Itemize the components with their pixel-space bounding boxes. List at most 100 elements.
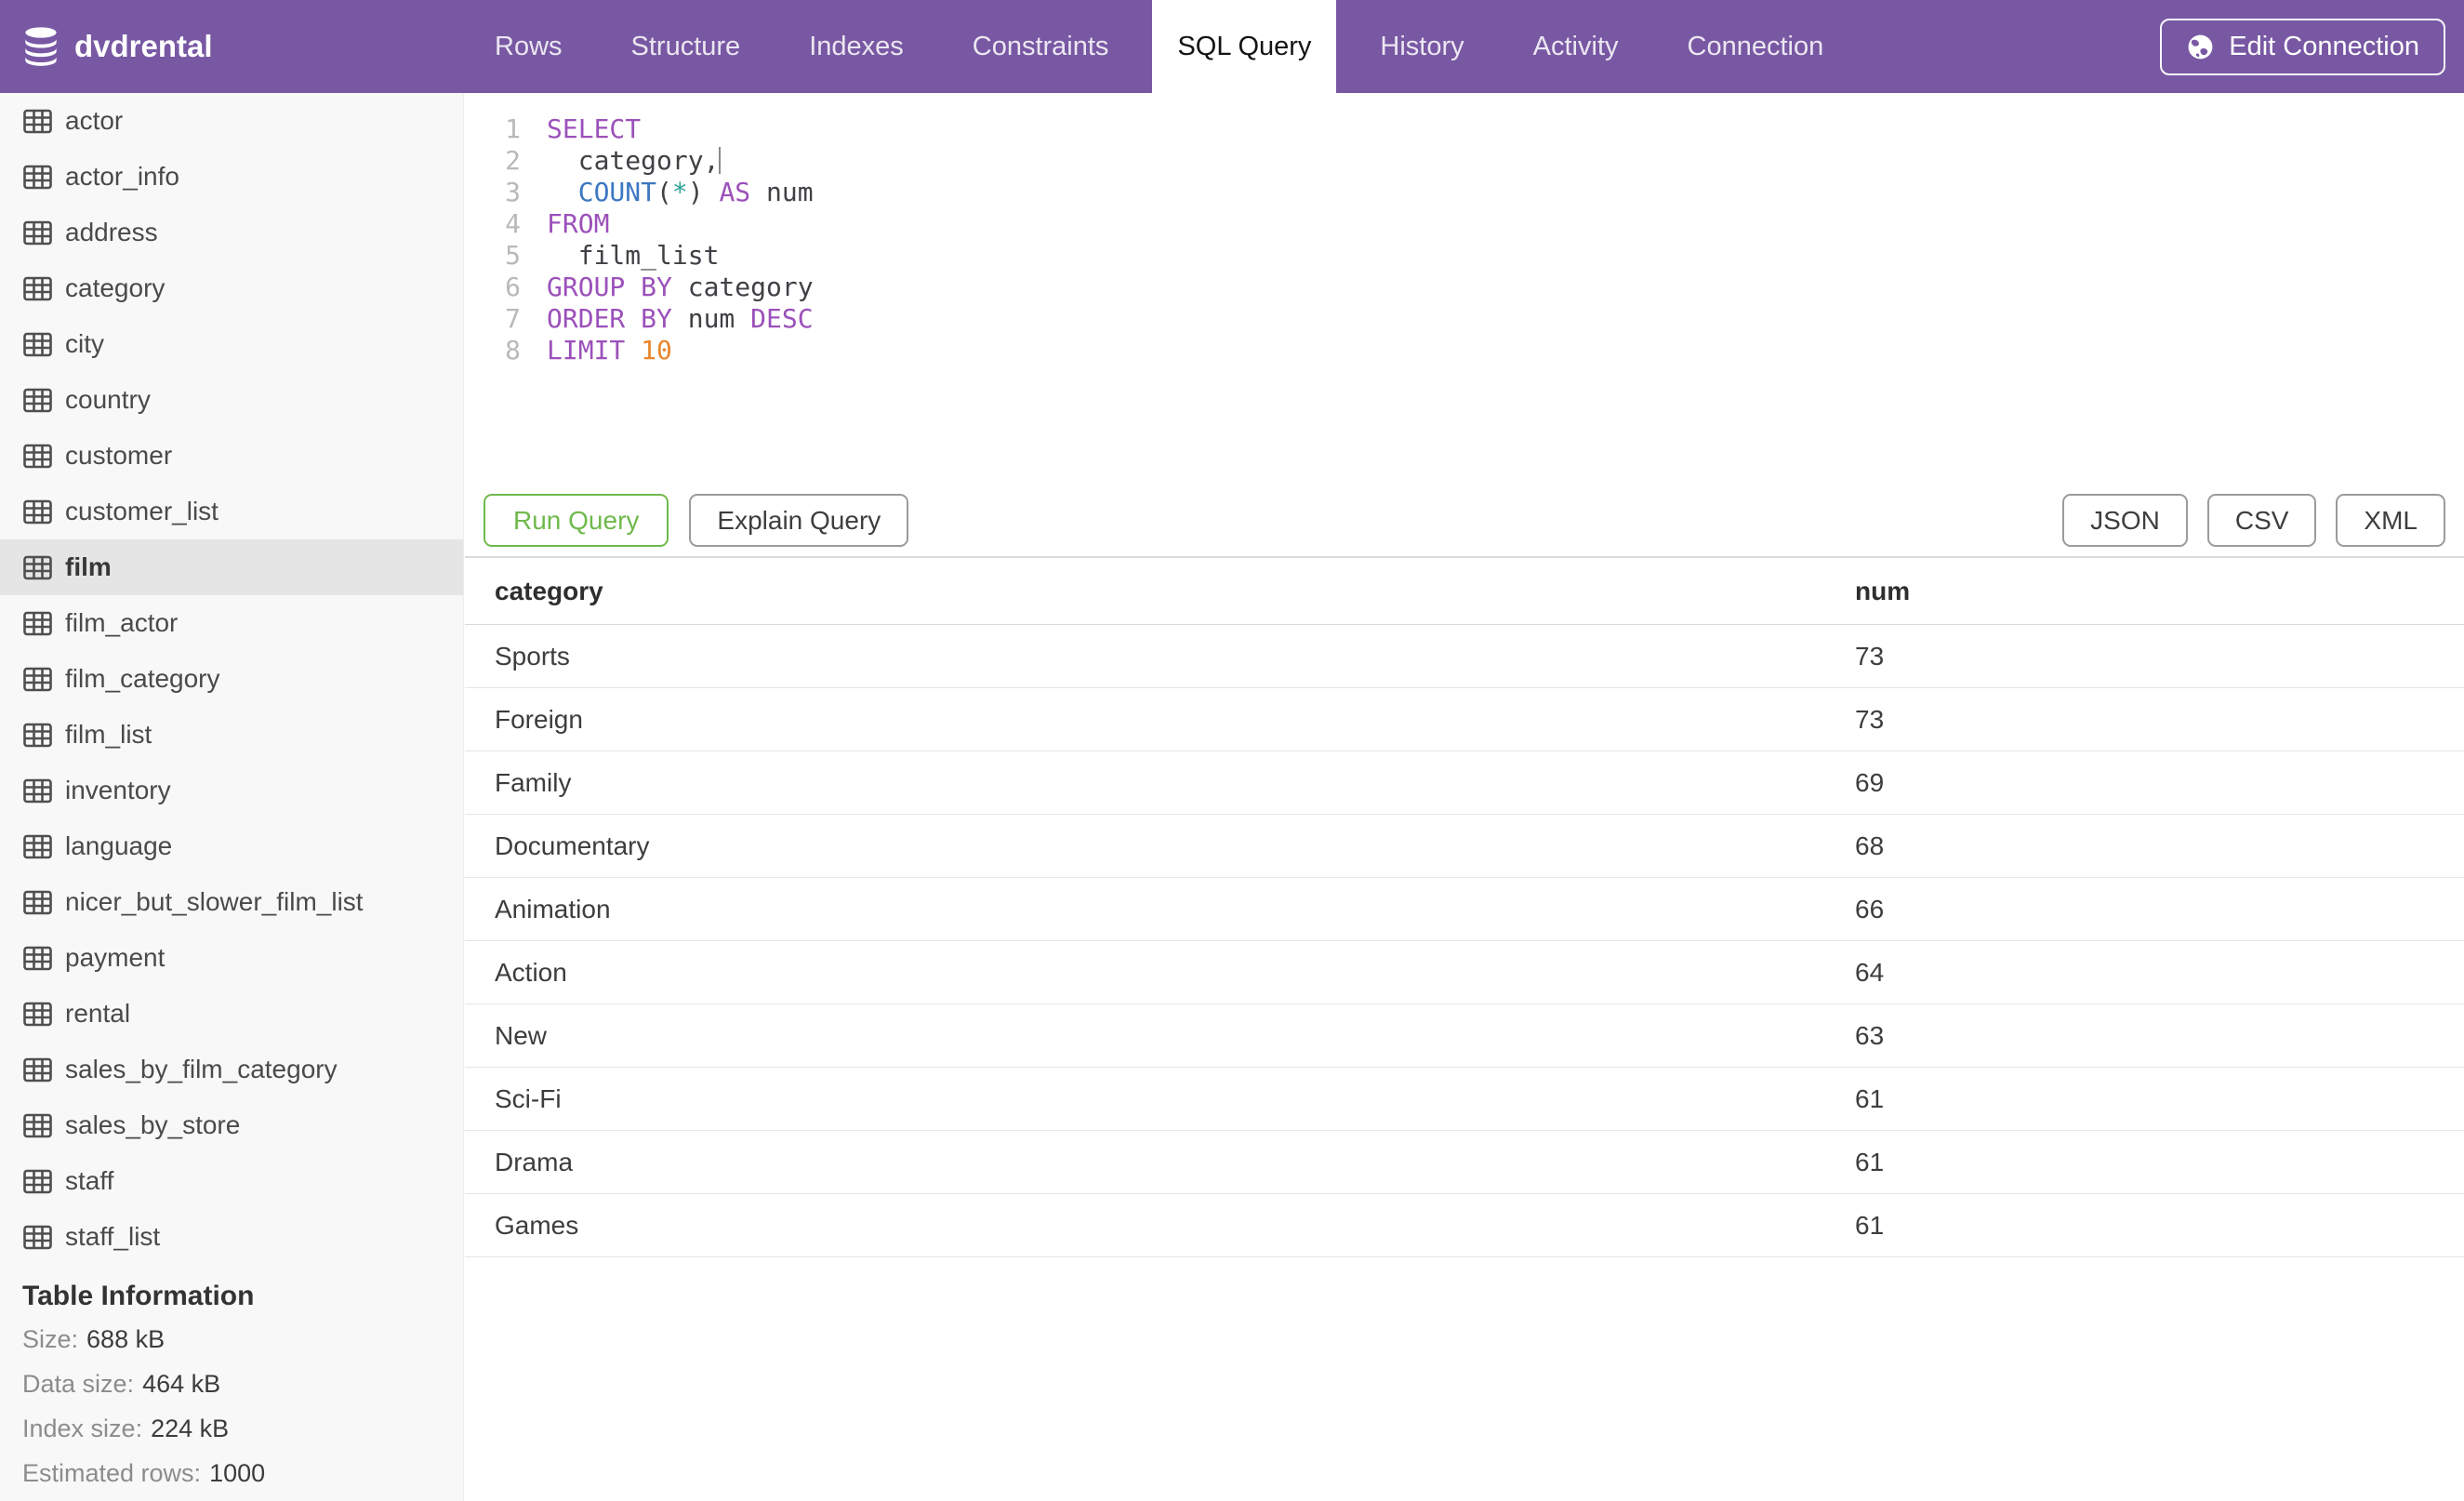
sidebar-item-film-list[interactable]: film_list	[0, 707, 463, 763]
line-number: 6	[505, 272, 521, 302]
sidebar-item-payment[interactable]: payment	[0, 930, 463, 986]
cell-num: 63	[1855, 1020, 1885, 1050]
column-header-category: category	[495, 576, 603, 605]
table-info-stat: Data size: 464 kB	[0, 1362, 463, 1406]
line-number: 7	[505, 303, 521, 334]
result-row: Sports 73	[465, 625, 2464, 688]
result-row: Foreign 73	[465, 688, 2464, 751]
table-icon	[23, 332, 52, 356]
table-name: film_actor	[65, 608, 179, 637]
tab-label: Activity	[1532, 31, 1619, 61]
tab-constraints[interactable]: Constraints	[947, 0, 1134, 93]
explain-query-button[interactable]: Explain Query	[689, 494, 909, 547]
text-caret	[719, 147, 722, 174]
table-info-stat: Index size: 224 kB	[0, 1406, 463, 1451]
table-info-stat: Estimated rows: 1000	[0, 1451, 463, 1495]
tab-structure[interactable]: Structure	[606, 0, 766, 93]
cell-category: Animation	[495, 894, 611, 923]
line-number: 1	[505, 113, 521, 144]
sidebar-item-language[interactable]: language	[0, 818, 463, 874]
database-name: dvdrental	[74, 29, 213, 63]
sql-editor[interactable]: 1 SELECT 2 category, 3 COUNT(*) AS num 4…	[465, 93, 2464, 366]
sidebar-item-city[interactable]: city	[0, 316, 463, 372]
sidebar-item-customer[interactable]: customer	[0, 428, 463, 484]
cell-category: Games	[495, 1210, 579, 1240]
export-json-button[interactable]: JSON	[2062, 494, 2188, 547]
code-text: ORDER BY num DESC	[547, 303, 814, 334]
edit-connection-button[interactable]: Edit Connection	[2160, 19, 2445, 75]
table-name: film_category	[65, 664, 220, 693]
stat-value: 688 kB	[86, 1324, 166, 1353]
cell-category: Family	[495, 767, 572, 797]
header-tabs: Rows Structure Indexes Constraints SQL Q…	[470, 0, 1848, 93]
sidebar-item-staff-list[interactable]: staff_list	[0, 1209, 463, 1265]
main-content: 1 SELECT 2 category, 3 COUNT(*) AS num 4…	[465, 93, 2464, 1501]
tab-label: Indexes	[809, 31, 904, 61]
line-number: 3	[505, 177, 521, 207]
table-name: actor	[65, 106, 124, 135]
database-icon	[22, 26, 60, 67]
sidebar-item-rental[interactable]: rental	[0, 986, 463, 1042]
cell-num: 64	[1855, 957, 1885, 987]
run-query-button[interactable]: Run Query	[484, 494, 669, 547]
table-icon	[23, 276, 52, 300]
sidebar-item-actor-info[interactable]: actor_info	[0, 149, 463, 205]
export-csv-button[interactable]: CSV	[2206, 494, 2317, 547]
query-toolbar: Run Query Explain Query JSON CSV XML	[465, 494, 2464, 547]
table-information-section: Table Information Size: 688 kB Data size…	[0, 1276, 463, 1495]
table-name: rental	[65, 999, 131, 1028]
sidebar-item-nicer-but-slower-film-list[interactable]: nicer_but_slower_film_list	[0, 874, 463, 930]
sidebar-item-country[interactable]: country	[0, 372, 463, 428]
tab-sql-query[interactable]: SQL Query	[1152, 0, 1337, 93]
tables-sidebar: actor actor_info address category city c…	[0, 93, 464, 1501]
table-information-stats: Size: 688 kB Data size: 464 kB Index siz…	[0, 1317, 463, 1495]
cell-category: Documentary	[495, 830, 650, 860]
table-name: inventory	[65, 776, 171, 804]
export-xml-button[interactable]: XML	[2336, 494, 2445, 547]
code-line: 3 COUNT(*) AS num	[465, 177, 2464, 208]
sidebar-item-customer-list[interactable]: customer_list	[0, 484, 463, 539]
cell-num: 73	[1855, 641, 1885, 671]
tab-label: Constraints	[972, 31, 1109, 61]
table-icon	[23, 1002, 52, 1026]
table-name: film	[65, 552, 112, 581]
code-text: category,	[547, 145, 722, 176]
table-name: sales_by_film_category	[65, 1055, 338, 1083]
sidebar-item-staff[interactable]: staff	[0, 1153, 463, 1209]
code-text: film_list	[547, 240, 720, 271]
table-name: city	[65, 329, 104, 358]
sidebar-item-film-category[interactable]: film_category	[0, 651, 463, 707]
tab-rows[interactable]: Rows	[470, 0, 588, 93]
code-text: GROUP BY category	[547, 272, 814, 302]
edit-connection-label: Edit Connection	[2229, 32, 2419, 61]
table-information-heading: Table Information	[22, 1281, 255, 1311]
table-icon	[23, 388, 52, 412]
result-row: Documentary 68	[465, 815, 2464, 878]
sidebar-item-inventory[interactable]: inventory	[0, 763, 463, 818]
sidebar-item-actor[interactable]: actor	[0, 93, 463, 149]
table-name: payment	[65, 943, 166, 972]
tab-label: Structure	[630, 31, 741, 61]
line-number: 8	[505, 335, 521, 365]
tab-history[interactable]: History	[1355, 0, 1489, 93]
sidebar-item-sales-by-film-category[interactable]: sales_by_film_category	[0, 1042, 463, 1097]
sidebar-item-sales-by-store[interactable]: sales_by_store	[0, 1097, 463, 1153]
stat-label: Data size:	[22, 1369, 135, 1398]
code-line: 1 SELECT	[465, 113, 2464, 145]
sidebar-item-category[interactable]: category	[0, 260, 463, 316]
tab-indexes[interactable]: Indexes	[784, 0, 929, 93]
tab-connection[interactable]: Connection	[1663, 0, 1849, 93]
results-table: category num Sports 73 Foreign 73 Family…	[465, 558, 2464, 1257]
sidebar-item-address[interactable]: address	[0, 205, 463, 260]
sidebar-item-film[interactable]: film	[0, 539, 463, 595]
sidebar-item-film-actor[interactable]: film_actor	[0, 595, 463, 651]
results-header-row: category num	[465, 558, 2464, 625]
column-header-num: num	[1855, 576, 1911, 605]
tab-activity[interactable]: Activity	[1508, 0, 1644, 93]
table-icon	[23, 723, 52, 747]
stat-value: 464 kB	[142, 1369, 221, 1398]
cell-category: Action	[495, 957, 567, 987]
table-icon	[23, 834, 52, 858]
result-row: Drama 61	[465, 1131, 2464, 1194]
line-number: 2	[505, 145, 521, 176]
